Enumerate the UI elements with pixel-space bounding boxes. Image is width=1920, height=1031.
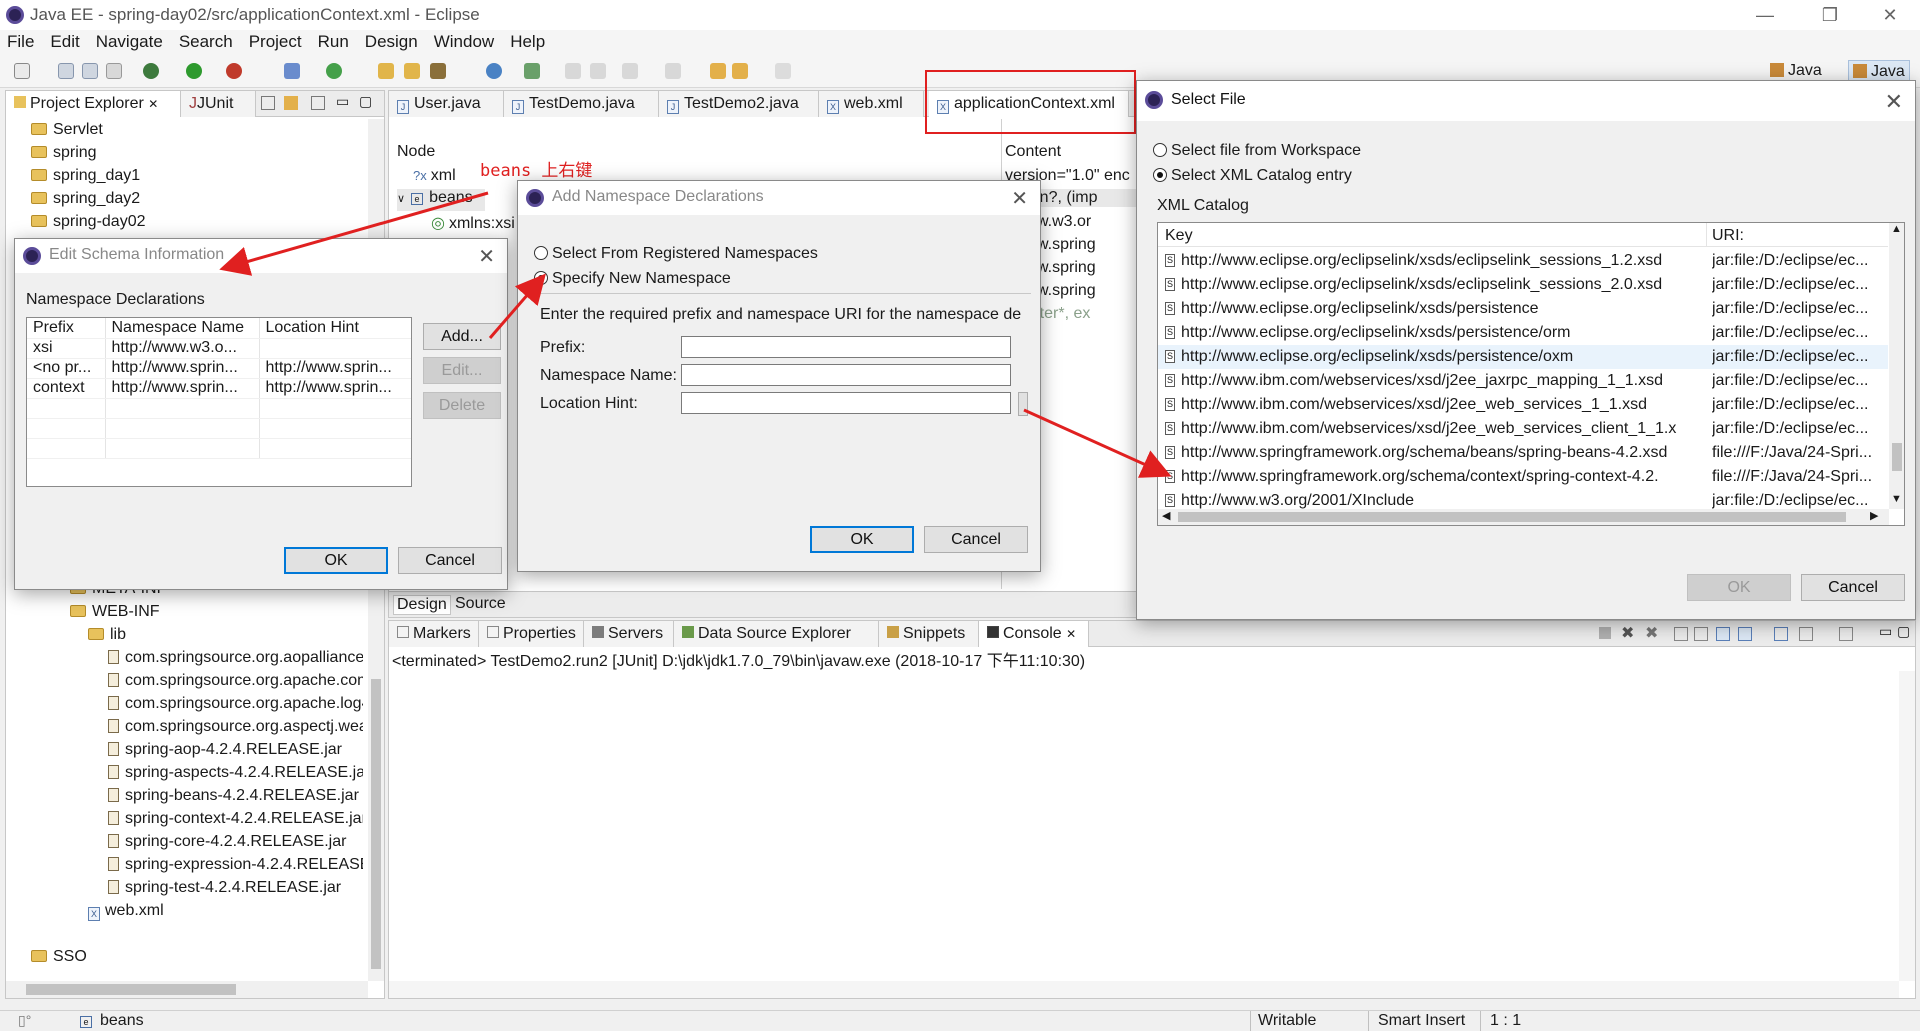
annotation-arrows [219,191,1172,478]
arrow-add-to-specify [488,273,546,339]
arrow-hint-to-catalog [1023,408,1172,478]
arrow-beans-to-edit-schema [219,191,489,276]
